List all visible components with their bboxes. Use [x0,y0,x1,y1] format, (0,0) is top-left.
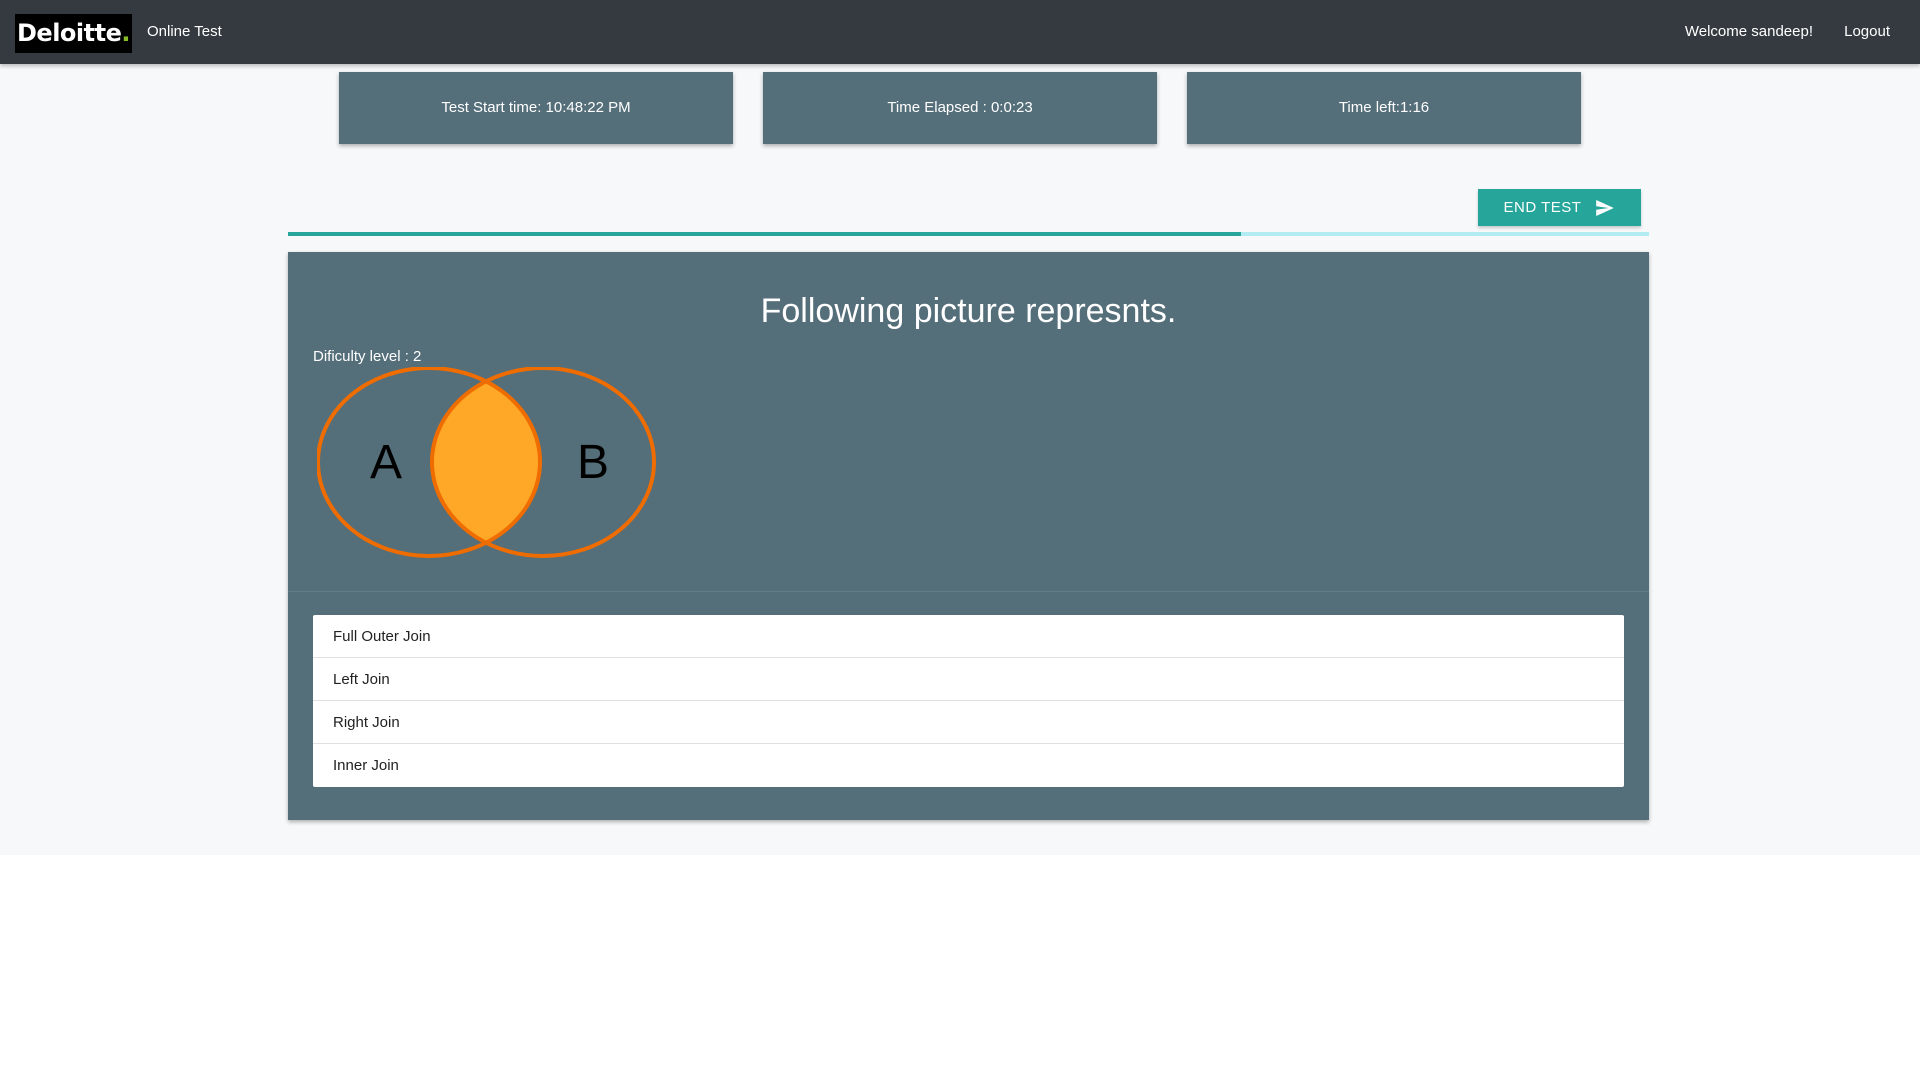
top-navbar: Deloitte. Online Test Welcome sandeep! L… [0,0,1920,64]
answer-option[interactable]: Inner Join [313,744,1624,787]
answer-option[interactable]: Right Join [313,701,1624,744]
send-icon [1596,199,1615,216]
welcome-text: Welcome sandeep! [1684,23,1813,40]
logout-link[interactable]: Logout [1844,0,1890,64]
end-test-label: END TEST [1503,199,1582,216]
logo-dot: . [121,19,130,47]
venn-label-a: A [370,436,402,489]
deloitte-logo[interactable]: Deloitte. [15,14,132,53]
test-start-time-card: Test Start time: 10:48:22 PM [339,72,733,144]
time-elapsed-card: Time Elapsed : 0:0:23 [763,72,1157,144]
test-progress-bar [288,232,1649,236]
test-progress-fill [288,232,1241,236]
difficulty-level: Dificulty level : 2 [313,348,422,365]
venn-label-b: B [577,436,609,489]
answer-options: Full Outer Join Left Join Right Join Inn… [313,615,1624,787]
time-left-card: Time left:1:16 [1187,72,1581,144]
panel-divider [288,591,1649,592]
logo-text: Deloitte [17,19,122,47]
end-test-button[interactable]: END TEST [1478,189,1641,226]
question-panel: Following picture represnts. Dificulty l… [288,252,1649,820]
app-title[interactable]: Online Test [147,0,222,64]
answer-option[interactable]: Full Outer Join [313,615,1624,658]
venn-diagram-image: A B [317,367,656,558]
answer-option[interactable]: Left Join [313,658,1624,701]
question-title: Following picture represnts. [760,292,1177,330]
